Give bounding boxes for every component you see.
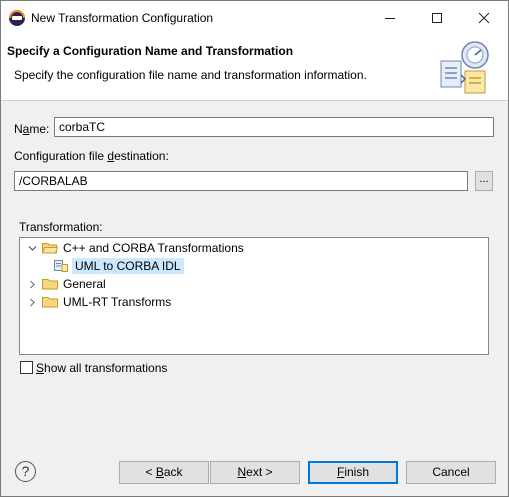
back-button[interactable]: < Back [119,461,209,484]
tree-item-uml-to-corba-idl[interactable]: UML to CORBA IDL [54,257,184,275]
transformation-wizard-icon [440,41,489,94]
browse-button[interactable]: ... [475,171,493,191]
eclipse-app-icon [9,10,25,26]
show-all-label[interactable]: Show all transformations [36,361,167,375]
window-title: New Transformation Configuration [31,11,214,25]
wizard-header: Specify a Configuration Name and Transfo… [1,35,508,101]
name-input[interactable]: corbaTC [54,117,494,137]
minimize-button[interactable] [367,1,413,35]
transformation-tree[interactable]: C++ and CORBA Transformations UML to COR… [19,237,489,355]
tree-item-label: UML-RT Transforms [63,295,172,309]
title-bar: New Transformation Configuration [1,1,508,35]
chevron-down-icon[interactable] [26,242,38,254]
next-button[interactable]: Next > [210,461,300,484]
folder-open-icon [42,243,58,254]
destination-label: Configuration file destination: [14,149,169,163]
dialog-window: New Transformation Configuration Specify… [0,0,509,497]
cancel-button[interactable]: Cancel [406,461,496,484]
chevron-right-icon[interactable] [26,278,38,290]
chevron-right-icon[interactable] [26,296,38,308]
maximize-button[interactable] [414,1,460,35]
help-button[interactable]: ? [15,461,36,482]
finish-button[interactable]: Finish [308,461,398,484]
tree-item-general[interactable]: General [26,275,106,293]
folder-icon [42,297,58,308]
close-icon [478,12,490,24]
name-label: Name: [14,122,50,136]
page-title: Specify a Configuration Name and Transfo… [7,44,294,58]
page-description: Specify the configuration file name and … [14,68,367,82]
transform-icon [54,260,68,272]
tree-item-label: C++ and CORBA Transformations [63,241,244,255]
destination-input[interactable]: /CORBALAB [14,171,468,191]
transformation-label: Transformation: [19,220,103,234]
close-button[interactable] [461,1,507,35]
tree-item-cpp-corba[interactable]: C++ and CORBA Transformations [26,239,244,257]
show-all-checkbox[interactable] [20,361,33,374]
maximize-icon [432,13,442,23]
tree-item-uml-rt[interactable]: UML-RT Transforms [26,293,171,311]
minimize-icon [385,17,395,19]
tree-item-label: UML to CORBA IDL [72,258,184,274]
folder-icon [42,279,58,290]
tree-item-label: General [63,277,106,291]
